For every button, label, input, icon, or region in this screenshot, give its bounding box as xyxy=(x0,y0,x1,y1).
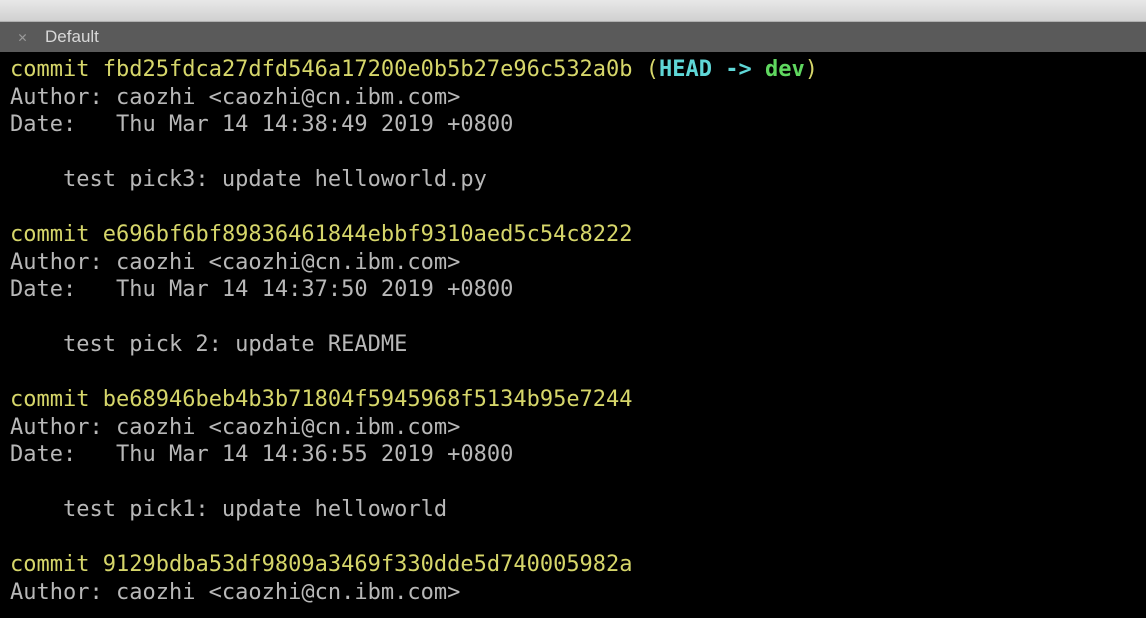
date-label: Date: xyxy=(10,112,76,137)
close-icon[interactable]: ✕ xyxy=(18,30,27,45)
branch-ref: dev xyxy=(765,57,805,82)
ref-close: ) xyxy=(805,57,818,82)
author-line: Author: caozhi <caozhi@cn.ibm.com> xyxy=(10,415,460,440)
author-label: Author: xyxy=(10,415,103,440)
terminal-output[interactable]: commit fbd25fdca27dfd546a17200e0b5b27e96… xyxy=(0,52,1146,618)
author-line: Author: caozhi <caozhi@cn.ibm.com> xyxy=(10,85,460,110)
date-label: Date: xyxy=(10,442,76,467)
author-value: caozhi <caozhi@cn.ibm.com> xyxy=(103,250,461,275)
commit-hash: be68946beb4b3b71804f5945968f5134b95e7244 xyxy=(103,387,633,412)
commit-word: commit xyxy=(10,57,89,82)
commit-word: commit xyxy=(10,552,89,577)
commit-line: commit e696bf6bf89836461844ebbf9310aed5c… xyxy=(10,222,633,247)
author-value: caozhi <caozhi@cn.ibm.com> xyxy=(103,85,461,110)
commit-line: commit be68946beb4b3b71804f5945968f5134b… xyxy=(10,387,633,412)
date-value: Thu Mar 14 14:37:50 2019 +0800 xyxy=(76,277,513,302)
author-label: Author: xyxy=(10,580,103,605)
ref-open: ( xyxy=(633,57,660,82)
author-label: Author: xyxy=(10,250,103,275)
date-line: Date: Thu Mar 14 14:38:49 2019 +0800 xyxy=(10,112,513,137)
author-value: caozhi <caozhi@cn.ibm.com> xyxy=(103,580,461,605)
date-value: Thu Mar 14 14:36:55 2019 +0800 xyxy=(76,442,513,467)
commit-message: test pick1: update helloworld xyxy=(10,497,447,522)
window-titlebar xyxy=(0,0,1146,22)
tab-label[interactable]: Default xyxy=(45,27,99,47)
author-value: caozhi <caozhi@cn.ibm.com> xyxy=(103,415,461,440)
author-line: Author: caozhi <caozhi@cn.ibm.com> xyxy=(10,580,460,605)
terminal-tabbar: ✕ Default xyxy=(0,22,1146,52)
commit-message: test pick3: update helloworld.py xyxy=(10,167,487,192)
author-line: Author: caozhi <caozhi@cn.ibm.com> xyxy=(10,250,460,275)
head-ref: HEAD -> xyxy=(659,57,765,82)
commit-line: commit 9129bdba53df9809a3469f330dde5d740… xyxy=(10,552,633,577)
author-label: Author: xyxy=(10,85,103,110)
date-label: Date: xyxy=(10,277,76,302)
commit-line: commit fbd25fdca27dfd546a17200e0b5b27e96… xyxy=(10,57,818,82)
commit-hash: fbd25fdca27dfd546a17200e0b5b27e96c532a0b xyxy=(103,57,633,82)
commit-word: commit xyxy=(10,222,89,247)
commit-message: test pick 2: update README xyxy=(10,332,407,357)
commit-word: commit xyxy=(10,387,89,412)
commit-hash: e696bf6bf89836461844ebbf9310aed5c54c8222 xyxy=(103,222,633,247)
date-line: Date: Thu Mar 14 14:37:50 2019 +0800 xyxy=(10,277,513,302)
date-line: Date: Thu Mar 14 14:36:55 2019 +0800 xyxy=(10,442,513,467)
date-value: Thu Mar 14 14:38:49 2019 +0800 xyxy=(76,112,513,137)
commit-hash: 9129bdba53df9809a3469f330dde5d740005982a xyxy=(103,552,633,577)
